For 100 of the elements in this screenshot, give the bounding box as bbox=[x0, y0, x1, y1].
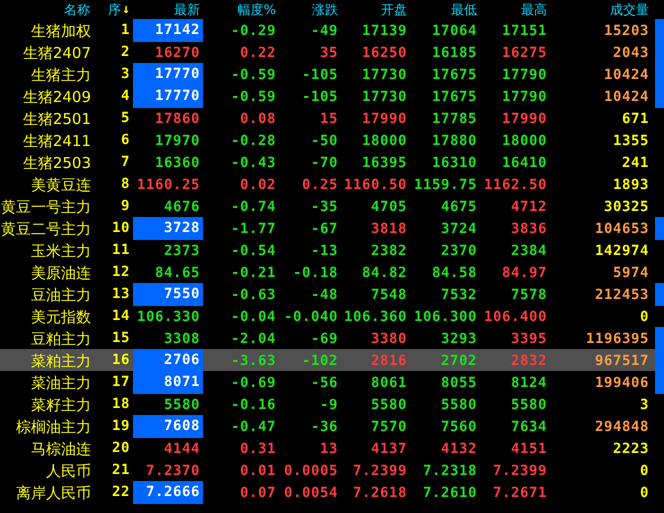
row-number: 19 bbox=[110, 417, 131, 436]
row-number: 2 bbox=[120, 43, 131, 62]
price-change: -48 bbox=[310, 287, 338, 303]
quote-row[interactable]: 美元指数 14 106.330 -0.04 -0.040 106.360 106.300 106.400 0 bbox=[0, 305, 664, 327]
quote-row[interactable]: 生猪2407 2 16270 0.22 35 16250 16185 16275 2043 bbox=[0, 41, 664, 63]
column-header[interactable]: 序 bbox=[108, 0, 122, 18]
column-header[interactable]: 最高 bbox=[480, 0, 550, 18]
quote-row[interactable]: 豆粕主力 15 3308 -2.04 -69 3380 3293 3395 1196395 bbox=[0, 327, 664, 349]
price-change: 15 bbox=[320, 111, 338, 127]
percent-change: -0.69 bbox=[230, 375, 276, 391]
high-price: 3395 bbox=[510, 331, 547, 347]
row-number: 20 bbox=[110, 439, 131, 458]
row-number: 21 bbox=[110, 461, 131, 480]
open-price: 2382 bbox=[370, 243, 407, 259]
column-header[interactable]: 最低 bbox=[410, 0, 480, 18]
latest-price: 4676 bbox=[164, 199, 200, 215]
latest-price: 17770 bbox=[133, 85, 203, 108]
volume: 212453 bbox=[594, 287, 649, 303]
row-number: 7 bbox=[120, 153, 131, 172]
row-number: 15 bbox=[110, 329, 131, 348]
instrument-name: 美黄豆连 bbox=[30, 174, 92, 196]
quote-row[interactable]: 黄豆一号主力 9 4676 -0.74 -35 4705 4675 4712 30325 bbox=[0, 195, 664, 217]
instrument-name: 豆粕主力 bbox=[30, 328, 92, 350]
instrument-name: 生猪主力 bbox=[30, 64, 92, 86]
percent-change: -0.63 bbox=[230, 287, 276, 303]
row-number: 5 bbox=[120, 109, 131, 128]
quote-row[interactable]: 生猪主力 3 17770 -0.59 -105 17730 17675 17790 10424 bbox=[0, 63, 664, 85]
quote-row[interactable]: 离岸人民币 22 7.2666 0.07 0.0054 7.2618 7.2610 7.2671 0 bbox=[0, 481, 664, 503]
instrument-name: 美原油连 bbox=[30, 262, 92, 284]
price-change: -9 bbox=[320, 397, 338, 413]
quote-row[interactable]: 生猪2501 5 17860 0.08 15 17990 17785 17990 671 bbox=[0, 107, 664, 129]
quote-row[interactable]: 棕榈油主力 19 7608 -0.47 -36 7570 7560 7634 294848 bbox=[0, 415, 664, 437]
quote-row[interactable]: 生猪2409 4 17770 -0.59 -105 17730 17675 17790 10424 bbox=[0, 85, 664, 107]
column-header[interactable]: 成交量 bbox=[550, 0, 652, 18]
percent-change: 0.22 bbox=[240, 45, 276, 61]
column-header[interactable]: 幅度% bbox=[203, 0, 279, 18]
instrument-name: 生猪加权 bbox=[30, 20, 92, 42]
open-price: 8061 bbox=[370, 375, 407, 391]
quote-row[interactable]: 生猪2411 6 17970 -0.28 -50 18000 17880 18000 1355 bbox=[0, 129, 664, 151]
open-price: 1160.50 bbox=[344, 177, 407, 193]
volume: 30325 bbox=[604, 199, 649, 215]
price-change: -69 bbox=[310, 331, 338, 347]
quote-row[interactable]: 美黄豆连 8 1160.25 0.02 0.25 1160.50 1159.75 1162.50 1893 bbox=[0, 173, 664, 195]
quote-row[interactable]: 马棕油连 20 4144 0.31 13 4137 4132 4151 2223 bbox=[0, 437, 664, 459]
volume: 10424 bbox=[604, 67, 649, 83]
percent-change: -2.04 bbox=[230, 331, 276, 347]
high-price: 18000 bbox=[502, 133, 547, 149]
price-change: -102 bbox=[302, 353, 338, 369]
open-price: 4137 bbox=[370, 441, 407, 457]
percent-change: -0.54 bbox=[230, 243, 276, 259]
quote-row[interactable]: 玉米主力 11 2373 -0.54 -13 2382 2370 2384 142974 bbox=[0, 239, 664, 261]
column-header[interactable]: 最新 bbox=[133, 0, 203, 18]
row-number: 11 bbox=[110, 241, 131, 260]
volume: 104653 bbox=[594, 221, 649, 237]
high-price: 7.2399 bbox=[492, 463, 547, 479]
quote-row[interactable]: 豆油主力 13 7550 -0.63 -48 7548 7532 7578 212453 bbox=[0, 283, 664, 305]
quote-row[interactable]: 菜油主力 17 8071 -0.69 -56 8061 8055 8124 199406 bbox=[0, 371, 664, 393]
column-header[interactable]: 名称 bbox=[0, 0, 93, 18]
volume: 142974 bbox=[594, 243, 649, 259]
price-change: -35 bbox=[310, 199, 338, 215]
volume: 199406 bbox=[594, 375, 649, 391]
sort-arrow-icon[interactable]: ↓ bbox=[122, 2, 130, 17]
instrument-name: 生猪2501 bbox=[22, 108, 92, 130]
open-price: 17990 bbox=[362, 111, 407, 127]
latest-price: 7.2666 bbox=[133, 481, 203, 504]
open-price: 84.82 bbox=[362, 265, 407, 281]
open-price: 3380 bbox=[370, 331, 407, 347]
volume: 1355 bbox=[612, 133, 649, 149]
percent-change: -0.16 bbox=[230, 397, 276, 413]
quote-row[interactable]: 人民币 21 7.2370 0.01 0.0005 7.2399 7.2318 7.2399 0 bbox=[0, 459, 664, 481]
latest-price: 3308 bbox=[164, 331, 200, 347]
open-price: 16395 bbox=[362, 155, 407, 171]
row-number: 12 bbox=[110, 263, 131, 282]
latest-price: 2373 bbox=[164, 243, 200, 259]
volume: 0 bbox=[640, 309, 649, 325]
price-change: -50 bbox=[310, 133, 338, 149]
quote-row[interactable]: 黄豆二号主力 10 3728 -1.77 -67 3818 3724 3836 104653 bbox=[0, 217, 664, 239]
volume: 241 bbox=[622, 155, 649, 171]
quote-row[interactable]: 生猪2503 7 16360 -0.43 -70 16395 16310 16410 241 bbox=[0, 151, 664, 173]
low-price: 7532 bbox=[440, 287, 477, 303]
low-price: 3293 bbox=[440, 331, 477, 347]
latest-price: 4144 bbox=[164, 441, 200, 457]
column-header[interactable]: 开盘 bbox=[341, 0, 410, 18]
quote-row[interactable]: 美原油连 12 84.65 -0.21 -0.18 84.82 84.58 84.97 5974 bbox=[0, 261, 664, 283]
percent-change: 0.31 bbox=[240, 441, 276, 457]
low-price: 1159.75 bbox=[414, 177, 477, 193]
high-price: 16410 bbox=[502, 155, 547, 171]
quote-row[interactable]: 菜籽主力 18 5580 -0.16 -9 5580 5580 5580 3 bbox=[0, 393, 664, 415]
row-number: 22 bbox=[110, 483, 131, 502]
low-price: 7560 bbox=[440, 419, 477, 435]
percent-change: -0.29 bbox=[230, 23, 276, 39]
quote-row[interactable]: 菜粕主力 16 2706 -3.63 -102 2816 2702 2832 967517 bbox=[0, 349, 664, 371]
low-price: 4675 bbox=[440, 199, 477, 215]
high-price: 1162.50 bbox=[484, 177, 547, 193]
row-number: 14 bbox=[110, 307, 131, 326]
latest-price: 84.65 bbox=[154, 265, 200, 281]
high-price: 106.400 bbox=[484, 309, 547, 325]
quote-row[interactable]: 生猪加权 1 17142 -0.29 -49 17139 17064 17151 15203 bbox=[0, 19, 664, 41]
column-header[interactable]: 涨跌 bbox=[279, 0, 341, 18]
low-price: 16310 bbox=[432, 155, 477, 171]
